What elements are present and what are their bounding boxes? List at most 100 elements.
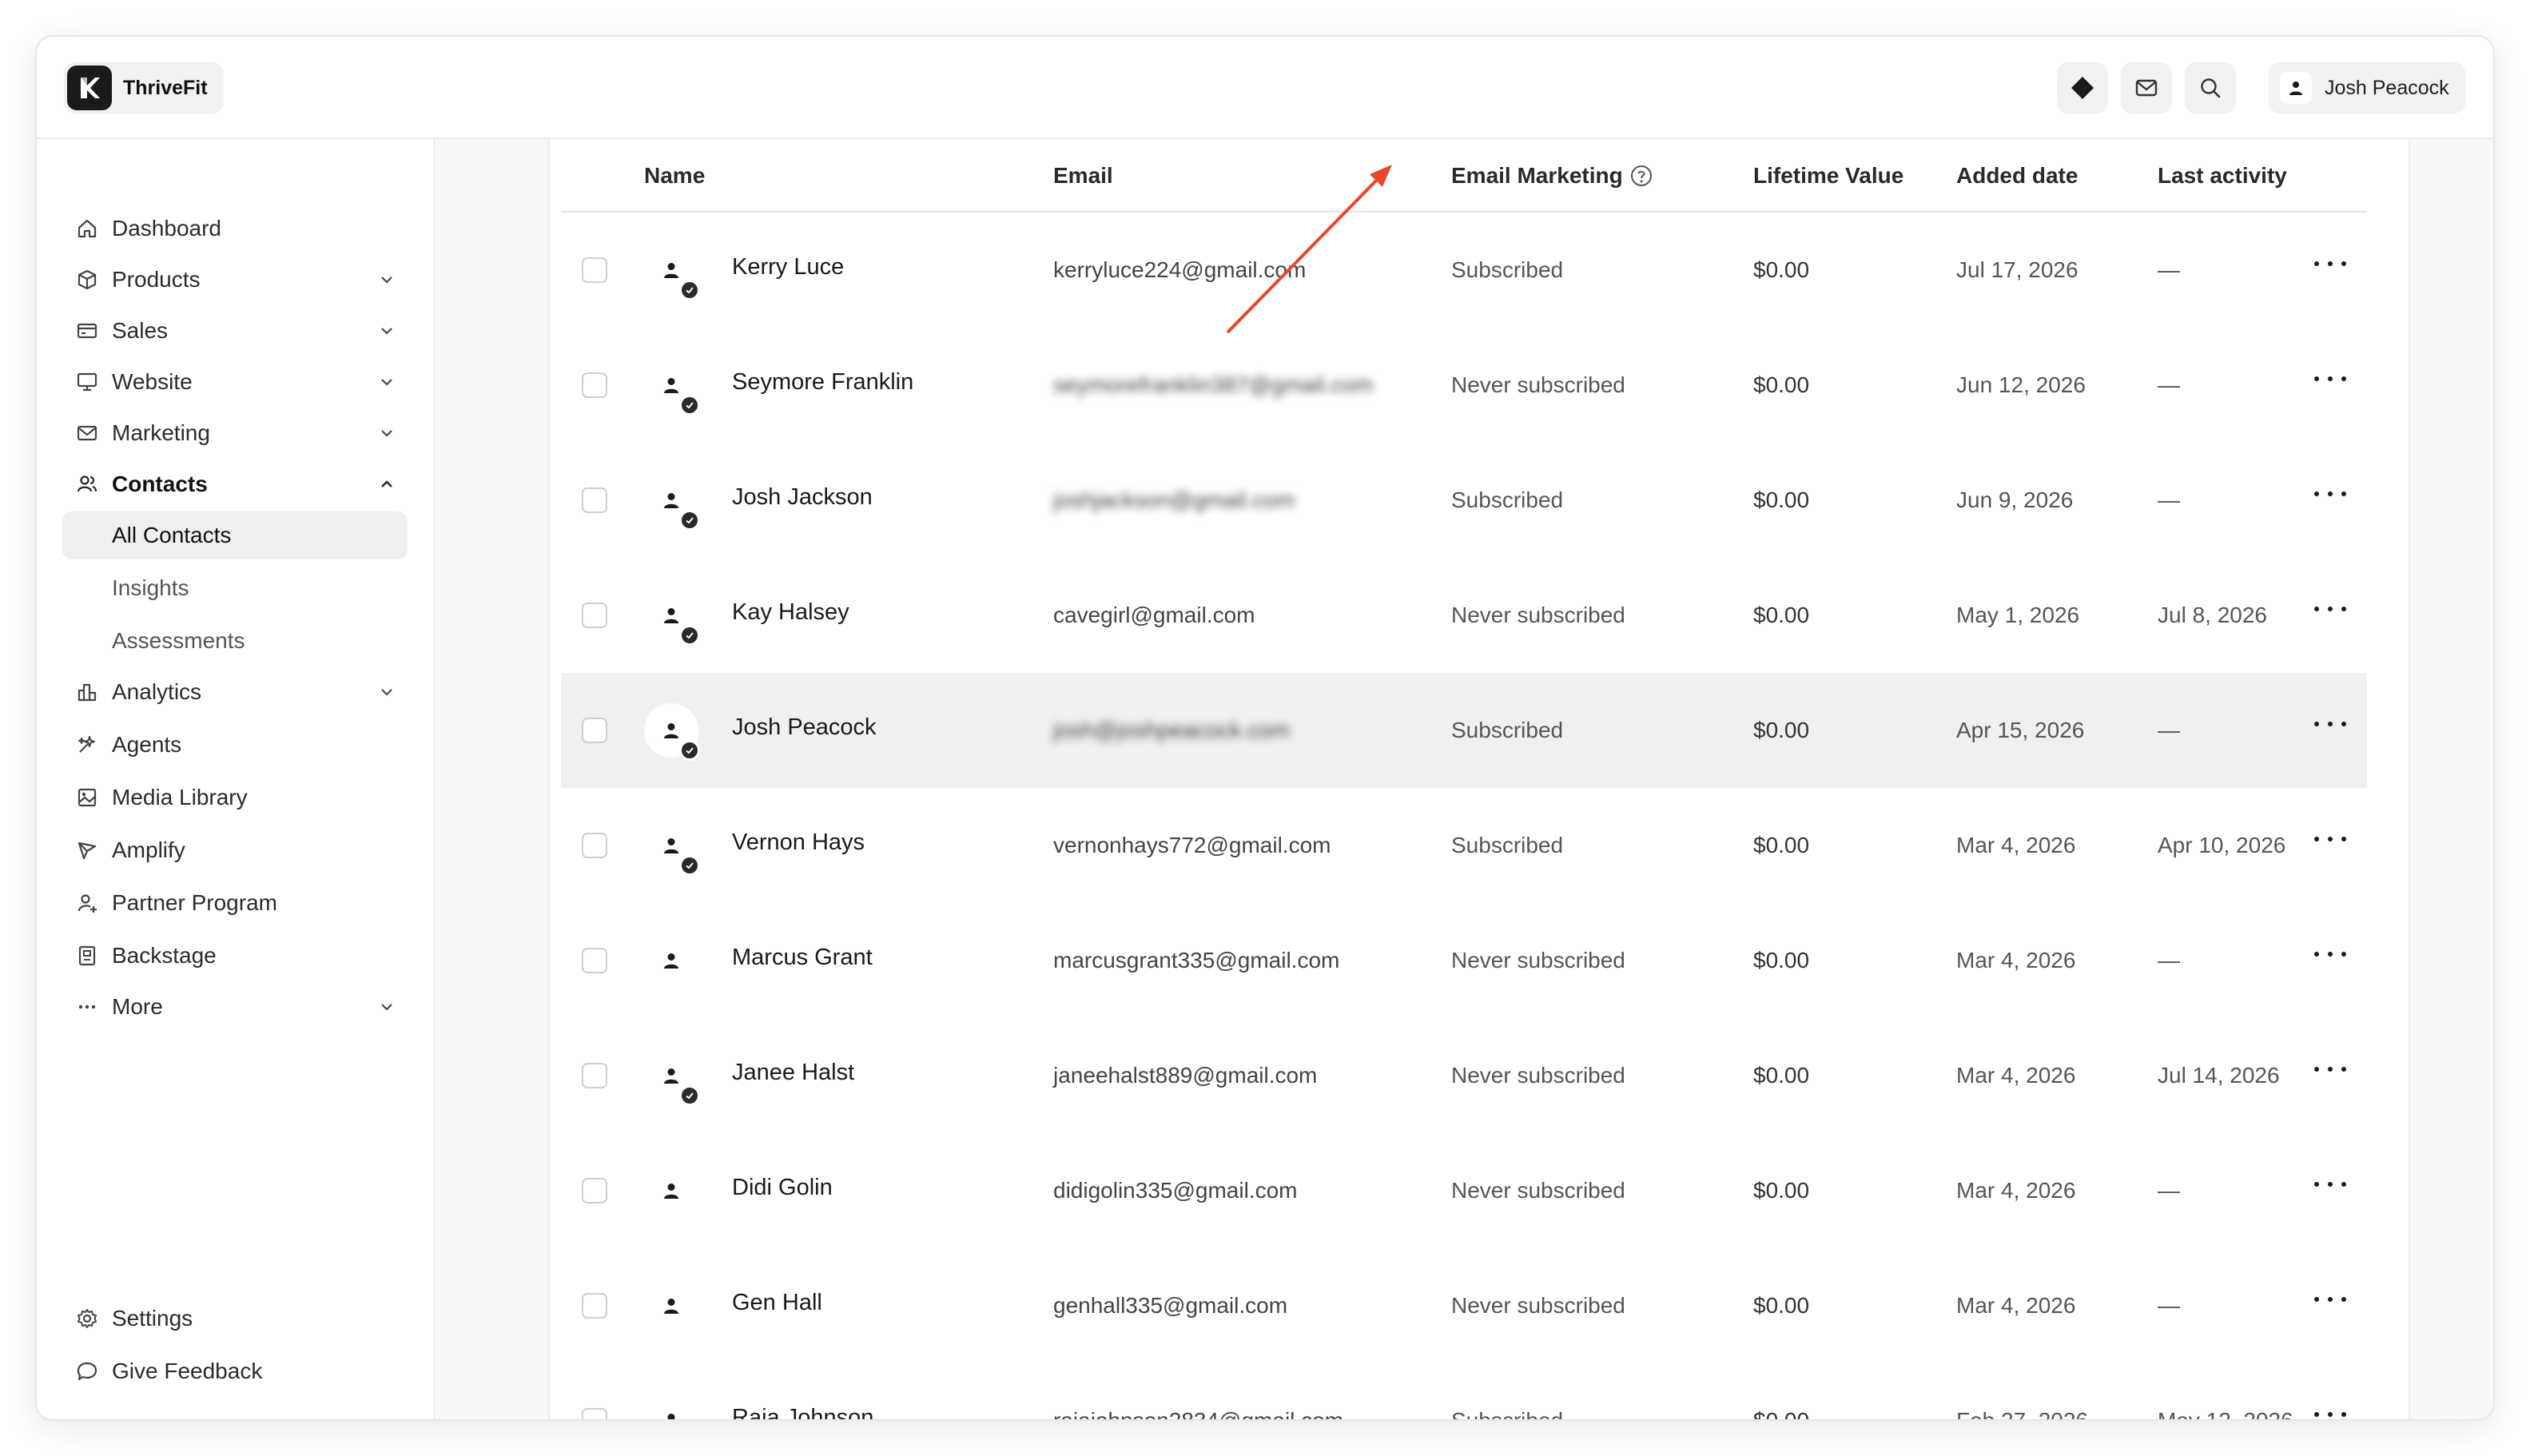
search-button[interactable]: [2185, 62, 2236, 113]
sidebar-item-website[interactable]: Website: [62, 358, 408, 406]
sidebar-item-sales[interactable]: Sales: [62, 307, 408, 355]
last-activity: May 12, 2026: [2158, 1363, 2293, 1419]
last-activity: Jul 14, 2026: [2158, 1063, 2280, 1088]
sidebar-item-contacts[interactable]: Contacts: [62, 460, 408, 508]
table-row[interactable]: Kerry Luce kerryluce224@gmail.com Subscr…: [561, 213, 2367, 328]
row-checkbox[interactable]: [582, 948, 607, 973]
contact-name[interactable]: Janee Halst: [732, 1018, 854, 1133]
row-actions-menu[interactable]: [2314, 369, 2346, 388]
contact-avatar: [644, 1394, 698, 1419]
row-checkbox[interactable]: [582, 603, 607, 628]
row-checkbox[interactable]: [582, 257, 607, 283]
home-icon: [74, 215, 101, 242]
table-row[interactable]: Janee Halst janeehalst889@gmail.com Neve…: [561, 1018, 2367, 1133]
megaphone-icon: [74, 837, 101, 864]
row-actions-menu[interactable]: [2314, 1405, 2346, 1419]
table-row[interactable]: Seymore Franklin seymorefranklin387@gmai…: [561, 328, 2367, 443]
gear-icon: [74, 1305, 101, 1332]
contact-avatar: [644, 933, 698, 988]
sidebar-item-more[interactable]: More: [62, 983, 408, 1031]
workspace-switcher[interactable]: ThriveFit: [64, 62, 224, 113]
added-date: Jul 17, 2026: [1956, 257, 2078, 282]
table-row[interactable]: Gen Hall genhall335@gmail.com Never subs…: [561, 1248, 2367, 1363]
table-row[interactable]: Vernon Hays vernonhays772@gmail.com Subs…: [561, 788, 2367, 903]
contact-name[interactable]: Vernon Hays: [732, 788, 865, 903]
sidebar-item-analytics[interactable]: Analytics: [62, 668, 408, 716]
sidebar-item-give-feedback[interactable]: Give Feedback: [62, 1347, 408, 1395]
row-actions-menu[interactable]: [2314, 945, 2346, 964]
sidebar-item-amplify[interactable]: Amplify: [62, 826, 408, 874]
sidebar-item-all-contacts[interactable]: All Contacts: [62, 511, 408, 559]
row-checkbox[interactable]: [582, 372, 607, 398]
sidebar-item-products[interactable]: Products: [62, 256, 408, 304]
contact-name[interactable]: Seymore Franklin: [732, 328, 913, 443]
column-header-lifetime-value[interactable]: Lifetime Value: [1753, 139, 1903, 213]
diamond-button[interactable]: [2057, 62, 2108, 113]
column-header-email-marketing[interactable]: Email Marketing: [1451, 139, 1653, 213]
row-checkbox[interactable]: [582, 1408, 607, 1419]
row-checkbox[interactable]: [582, 1293, 607, 1319]
table-row[interactable]: Didi Golin didigolin335@gmail.com Never …: [561, 1133, 2367, 1248]
row-checkbox[interactable]: [582, 833, 607, 858]
row-checkbox[interactable]: [582, 1063, 607, 1088]
brand-name: ThriveFit: [123, 76, 208, 99]
row-actions-menu[interactable]: [2314, 599, 2346, 619]
row-actions-menu[interactable]: [2314, 1060, 2346, 1079]
row-actions-menu[interactable]: [2314, 1175, 2346, 1194]
contact-name[interactable]: Raja Johnson: [732, 1363, 873, 1419]
inbox-button[interactable]: [2121, 62, 2172, 113]
search-icon: [2201, 78, 2221, 98]
image-icon: [74, 784, 101, 811]
column-header-email[interactable]: Email: [1053, 139, 1113, 213]
sidebar-item-agents[interactable]: Agents: [62, 721, 408, 769]
sidebar-item-insights[interactable]: Insights: [62, 564, 408, 612]
table-row[interactable]: Kay Halsey cavegirl@gmail.com Never subs…: [561, 558, 2367, 673]
row-actions-menu[interactable]: [2314, 254, 2346, 273]
table-row[interactable]: Josh Peacock josh@joshpeacock.com Subscr…: [561, 673, 2367, 788]
contact-email: janeehalst889@gmail.com: [1053, 1063, 1318, 1088]
row-checkbox[interactable]: [582, 487, 607, 513]
contact-name[interactable]: Marcus Grant: [732, 903, 873, 1018]
sidebar-item-settings[interactable]: Settings: [62, 1295, 408, 1343]
sidebar-item-backstage[interactable]: Backstage: [62, 932, 408, 980]
contact-name[interactable]: Kay Halsey: [732, 558, 849, 673]
row-checkbox[interactable]: [582, 718, 607, 743]
sparkle-icon: [74, 731, 101, 758]
sidebar-item-partner-program[interactable]: Partner Program: [62, 879, 408, 927]
table-row[interactable]: Josh Jackson joshjackson@gmail.com Subsc…: [561, 443, 2367, 558]
table-row[interactable]: Marcus Grant marcusgrant335@gmail.com Ne…: [561, 903, 2367, 1018]
chevron-up-icon: [374, 471, 400, 497]
verified-check-icon: [679, 1085, 700, 1106]
sidebar-item-marketing[interactable]: Marketing: [62, 409, 408, 457]
sidebar-item-assessments[interactable]: Assessments: [62, 617, 408, 665]
contact-avatar: [644, 1279, 698, 1333]
contact-name[interactable]: Didi Golin: [732, 1133, 833, 1248]
help-icon[interactable]: [1629, 164, 1653, 188]
email-marketing-status: Never subscribed: [1451, 603, 1625, 627]
row-checkbox[interactable]: [582, 1178, 607, 1203]
column-header-added-date[interactable]: Added date: [1956, 139, 2078, 213]
column-header-last-activity[interactable]: Last activity: [2158, 139, 2287, 213]
email-marketing-status: Subscribed: [1451, 257, 1564, 282]
added-date: Jun 9, 2026: [1956, 487, 2074, 512]
contact-name[interactable]: Gen Hall: [732, 1248, 822, 1363]
user-menu-button[interactable]: Josh Peacock: [2269, 62, 2465, 113]
contact-email: marcusgrant335@gmail.com: [1053, 948, 1340, 973]
backstage-icon: [74, 942, 101, 969]
table-row[interactable]: Raja Johnson rajajohnson2834@gmail.com S…: [561, 1363, 2367, 1419]
person-icon: [664, 608, 678, 623]
contact-name[interactable]: Kerry Luce: [732, 213, 844, 328]
row-actions-menu[interactable]: [2314, 1290, 2346, 1309]
contact-name[interactable]: Josh Peacock: [732, 673, 877, 788]
row-actions-menu[interactable]: [2314, 829, 2346, 849]
lifetime-value: $0.00: [1753, 603, 1810, 627]
sidebar-item-media-library[interactable]: Media Library: [62, 774, 408, 821]
lifetime-value: $0.00: [1753, 487, 1810, 512]
row-actions-menu[interactable]: [2314, 714, 2346, 734]
added-date: Mar 4, 2026: [1956, 833, 2076, 857]
contact-avatar: [644, 703, 700, 761]
sidebar-item-dashboard[interactable]: Dashboard: [62, 205, 408, 253]
contact-name[interactable]: Josh Jackson: [732, 443, 873, 558]
column-header-name[interactable]: Name: [644, 139, 705, 213]
row-actions-menu[interactable]: [2314, 484, 2346, 503]
